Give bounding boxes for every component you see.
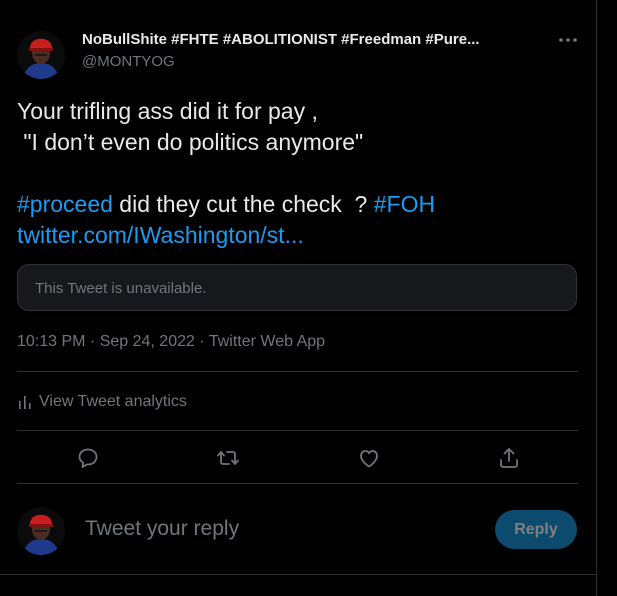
- more-dots-icon: [559, 38, 577, 42]
- view-analytics-link[interactable]: View Tweet analytics: [17, 391, 187, 413]
- tweet-line-4: twitter.com/IWashington/st...: [17, 220, 582, 251]
- reply-input[interactable]: Tweet your reply: [85, 517, 239, 541]
- analytics-bars-icon: [19, 396, 31, 409]
- like-button[interactable]: [355, 444, 383, 472]
- divider: [17, 371, 578, 372]
- divider: [17, 430, 578, 431]
- hashtag-foh-link[interactable]: #FOH: [374, 191, 435, 217]
- reply-submit-button[interactable]: Reply: [495, 510, 577, 549]
- share-icon: [500, 448, 518, 468]
- quoted-tweet-unavailable: This Tweet is unavailable.: [17, 264, 577, 311]
- author-handle[interactable]: @MONTYOG: [82, 53, 175, 70]
- tweet-timestamp[interactable]: 10:13 PM · Sep 24, 2022 · Twitter Web Ap…: [17, 333, 325, 351]
- divider: [0, 574, 596, 575]
- like-icon: [360, 450, 378, 468]
- divider: [17, 483, 578, 484]
- tweet-url-link[interactable]: twitter.com/IWashington/st...: [17, 222, 304, 248]
- avatar-image: [17, 31, 65, 79]
- author-avatar[interactable]: [17, 31, 65, 79]
- tweet-line-2: "I don’t even do politics anymore": [17, 129, 364, 155]
- reply-button[interactable]: [74, 444, 102, 472]
- author-display-name[interactable]: NoBullShite #FHTE #ABOLITIONIST #Freedma…: [82, 31, 552, 48]
- avatar-image: [17, 507, 65, 555]
- current-user-avatar[interactable]: [17, 507, 65, 555]
- tweet-text: Your trifling ass did it for pay , "I do…: [17, 96, 582, 251]
- tweet-blank-line: [17, 158, 582, 189]
- hashtag-proceed-link[interactable]: #proceed: [17, 191, 113, 217]
- column-border: [596, 0, 597, 596]
- tweet-line-1: Your trifling ass did it for pay ,: [17, 98, 318, 124]
- retweet-button[interactable]: [214, 444, 242, 472]
- view-analytics-label: View Tweet analytics: [39, 393, 187, 410]
- reply-icon: [78, 448, 98, 468]
- more-options-button[interactable]: [555, 28, 581, 52]
- quoted-tweet-unavailable-text: This Tweet is unavailable.: [35, 280, 207, 297]
- retweet-icon: [217, 451, 239, 465]
- share-button[interactable]: [495, 444, 523, 472]
- tweet-detail: NoBullShite #FHTE #ABOLITIONIST #Freedma…: [0, 0, 596, 596]
- tweet-line-3: #proceed did they cut the check ? #FOH: [17, 189, 582, 220]
- tweet-middle-text: did they cut the check ?: [112, 191, 374, 217]
